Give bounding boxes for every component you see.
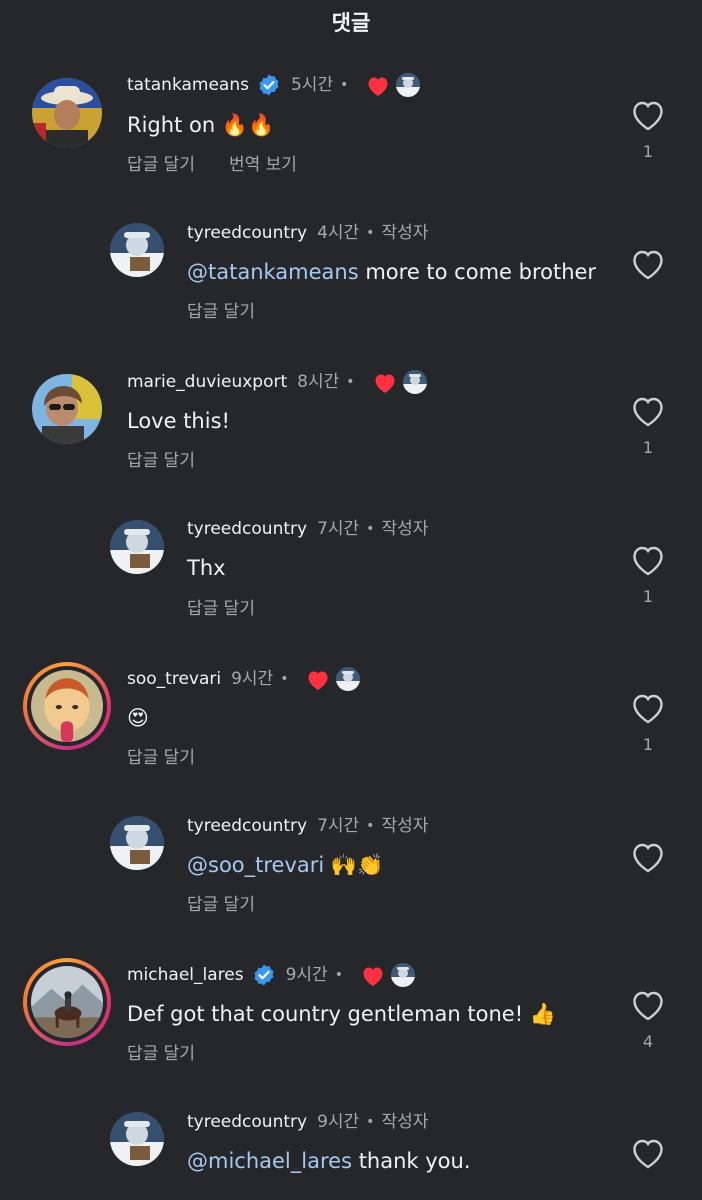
comment-username[interactable]: soo_trevari bbox=[127, 668, 221, 690]
comment-text: Def got that country gentleman tone! 👍 bbox=[127, 1002, 556, 1026]
comment-text: Right on 🔥🔥 bbox=[127, 113, 275, 137]
like-heart-icon[interactable] bbox=[631, 693, 665, 725]
comment-time: 5시간 bbox=[290, 75, 334, 95]
separator-dot: • bbox=[366, 521, 375, 537]
like-heart-icon[interactable] bbox=[631, 100, 665, 132]
comment-text: Thx bbox=[187, 556, 226, 580]
red-heart-icon bbox=[375, 374, 395, 393]
avatar[interactable] bbox=[110, 1112, 164, 1166]
reply-button[interactable]: 답글 달기 bbox=[127, 743, 195, 768]
like-count: 1 bbox=[642, 438, 654, 457]
comment-text: Love this! bbox=[127, 409, 230, 433]
separator-dot: • bbox=[366, 818, 375, 834]
story-ring-avatar[interactable] bbox=[23, 958, 111, 1046]
story-ring-avatar[interactable] bbox=[23, 662, 111, 750]
comment-text: @michael_lares thank you. bbox=[187, 1147, 471, 1175]
separator-dot: • bbox=[366, 225, 375, 241]
like-heart-icon[interactable] bbox=[631, 396, 665, 428]
reply-button[interactable]: 답글 달기 bbox=[187, 594, 255, 619]
avatar[interactable] bbox=[32, 78, 102, 148]
reply-button[interactable]: 답글 달기 bbox=[127, 150, 195, 175]
like-count: 1 bbox=[642, 142, 654, 161]
separator-dot: • bbox=[334, 967, 343, 983]
comment-text: @soo_trevari 🙌👏 bbox=[187, 851, 383, 879]
author-liked-indicator bbox=[306, 666, 361, 692]
comment-text: @tatankameans more to come brother bbox=[187, 258, 596, 286]
like-count: 1 bbox=[642, 735, 654, 754]
reply-button[interactable]: 답글 달기 bbox=[127, 1039, 195, 1064]
red-heart-icon bbox=[308, 671, 328, 690]
author-tag: 작성자 bbox=[381, 519, 429, 539]
separator-dot: • bbox=[280, 671, 289, 687]
mention-link[interactable]: @tatankameans bbox=[187, 260, 359, 284]
separator-dot: • bbox=[340, 77, 349, 93]
comment-username[interactable]: tyreedcountry bbox=[187, 222, 307, 244]
comment-time: 9시간 bbox=[317, 1112, 360, 1132]
comment-time: 8시간 bbox=[297, 372, 340, 392]
reply-button[interactable]: 답글 달기 bbox=[187, 890, 255, 915]
comment-body: more to come brother bbox=[358, 260, 597, 284]
reply-button[interactable]: 답글 달기 bbox=[187, 297, 255, 322]
comment-username[interactable]: tatankameans bbox=[127, 74, 249, 96]
like-count: 4 bbox=[642, 1032, 654, 1051]
comment-text: 😍 bbox=[127, 706, 149, 730]
comment-time: 7시간 bbox=[317, 816, 360, 836]
avatar[interactable] bbox=[110, 816, 164, 870]
author-mini-avatar bbox=[336, 667, 361, 691]
like-heart-icon[interactable] bbox=[631, 1138, 665, 1170]
like-count: 1 bbox=[642, 587, 654, 606]
mention-link[interactable]: @michael_lares bbox=[187, 1149, 352, 1173]
red-heart-icon bbox=[363, 967, 383, 986]
verified-badge-icon bbox=[257, 73, 281, 97]
comment-username[interactable]: michael_lares bbox=[127, 964, 244, 986]
comment-time: 7시간 bbox=[317, 519, 360, 539]
comments-sheet: 댓글 tatankameans 5시간 • Right on 🔥🔥 답글 달기 … bbox=[0, 0, 702, 1200]
author-liked-indicator bbox=[366, 72, 421, 98]
like-heart-icon[interactable] bbox=[631, 842, 665, 874]
comment-body: thank you. bbox=[352, 1149, 471, 1173]
author-tag: 작성자 bbox=[381, 1112, 429, 1132]
separator-dot: • bbox=[366, 1114, 375, 1130]
verified-badge-icon bbox=[252, 963, 276, 987]
author-mini-avatar bbox=[402, 370, 427, 394]
author-tag: 작성자 bbox=[381, 223, 429, 243]
comment-time: 9시간 bbox=[231, 669, 274, 689]
comment-body: 🙌👏 bbox=[324, 853, 384, 877]
comment-username[interactable]: tyreedcountry bbox=[187, 815, 307, 837]
author-mini-avatar bbox=[390, 963, 415, 987]
like-heart-icon[interactable] bbox=[631, 545, 665, 577]
comment-time: 9시간 bbox=[285, 965, 328, 985]
comment-username[interactable]: tyreedcountry bbox=[187, 1111, 307, 1133]
author-mini-avatar bbox=[396, 73, 421, 97]
avatar[interactable] bbox=[110, 223, 164, 277]
red-heart-icon bbox=[368, 77, 388, 96]
sheet-title: 댓글 bbox=[331, 11, 371, 35]
reply-button[interactable]: 답글 달기 bbox=[127, 446, 195, 471]
comment-username[interactable]: tyreedcountry bbox=[187, 518, 307, 540]
like-heart-icon[interactable] bbox=[631, 990, 665, 1022]
avatar[interactable] bbox=[110, 520, 164, 574]
like-heart-icon[interactable] bbox=[631, 249, 665, 281]
avatar[interactable] bbox=[32, 374, 102, 444]
translate-button[interactable]: 번역 보기 bbox=[229, 150, 297, 175]
author-liked-indicator bbox=[373, 369, 427, 395]
author-liked-indicator bbox=[361, 962, 415, 988]
separator-dot: • bbox=[346, 374, 355, 390]
author-tag: 작성자 bbox=[381, 816, 429, 836]
mention-link[interactable]: @soo_trevari bbox=[187, 853, 324, 877]
comment-username[interactable]: marie_duvieuxport bbox=[127, 371, 287, 393]
comment-time: 4시간 bbox=[317, 223, 360, 243]
